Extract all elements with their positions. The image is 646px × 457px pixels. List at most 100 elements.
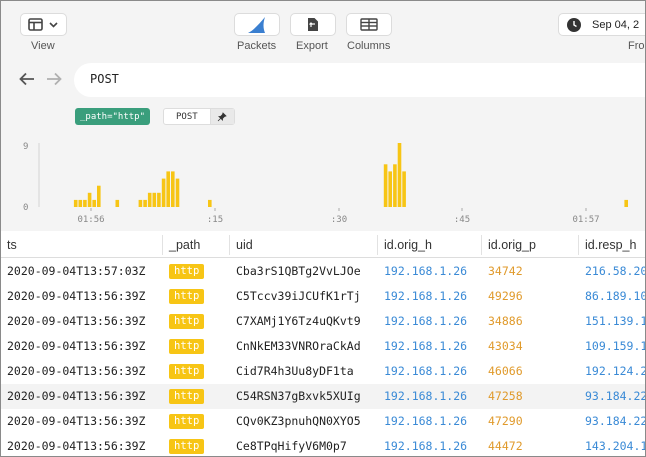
histogram-bar[interactable] (97, 185, 101, 207)
cell-uid: Cid7R4h3Uu8yDF1ta (236, 364, 354, 378)
histogram-bar[interactable] (147, 192, 152, 207)
cell-uid: Cba3rS1QBTg2VvLJOe (236, 264, 361, 278)
cell-path-badge: http (169, 289, 205, 304)
table-row[interactable]: 2020-09-04T13:56:39Z http C54RSN37gBxvk5XU… (1, 384, 646, 409)
cell-resp-h: 86.189.10 (585, 289, 646, 303)
y-tick-label-zero: 0 (23, 203, 28, 213)
view-label: View (31, 40, 55, 52)
column-header-orig-h[interactable]: id.orig_h (384, 232, 432, 258)
cell-orig-h: 192.168.1.26 (384, 439, 468, 453)
column-divider[interactable] (229, 235, 230, 255)
cell-orig-h: 192.168.1.26 (384, 314, 468, 328)
cell-resp-h: 192.124.2 (585, 364, 646, 378)
table-row[interactable]: 2020-09-04T13:56:39Z http C5Tccv39iJCUfK1r… (1, 284, 646, 309)
from-label: From (628, 40, 645, 52)
forward-arrow-icon[interactable] (45, 71, 63, 87)
histogram-bar[interactable] (175, 178, 180, 207)
histogram-bar[interactable] (383, 164, 388, 207)
histogram-bar[interactable] (208, 199, 212, 207)
filter-pill-path[interactable]: _path="http" (75, 108, 151, 125)
table-row[interactable]: 2020-09-04T13:56:39Z http CnNkEM33VNROraCk… (1, 334, 646, 359)
pin-button[interactable] (209, 109, 234, 124)
histogram-bar[interactable] (393, 164, 397, 207)
cell-orig-p: 47290 (488, 414, 523, 428)
table-row[interactable]: 2020-09-04T13:57:03Z http Cba3rS1QBTg2VvLJ… (1, 259, 645, 284)
shark-fin-icon (248, 16, 265, 33)
histogram-bar[interactable] (115, 199, 120, 207)
export-button[interactable] (290, 13, 336, 36)
y-tick-label-max: 9 (23, 142, 28, 152)
x-tick-label: 01:56 (77, 215, 104, 225)
cell-path-badge: http (169, 314, 205, 329)
histogram-svg: 9 0 01:56:15:30:45 01:57 (23, 142, 628, 225)
back-arrow-icon[interactable] (18, 71, 36, 87)
search-query-text: POST (90, 72, 119, 86)
histogram-bar[interactable] (78, 199, 83, 207)
column-header-resp-h[interactable]: id.resp_h (585, 232, 636, 258)
app-window: View Packets Export Columns Sep 04, 2 Fr… (0, 0, 646, 457)
column-divider[interactable] (578, 235, 579, 255)
column-divider[interactable] (481, 235, 482, 255)
x-tick-label: :30 (331, 215, 347, 225)
x-tick-label: :45 (454, 215, 470, 225)
histogram-chart[interactable]: 9 0 01:56:15:30:45 01:57 (1, 131, 645, 231)
histogram-bar[interactable] (87, 192, 92, 207)
table-row[interactable]: 2020-09-04T13:56:39Z http C7XAMj1Y6Tz4uQKv… (1, 309, 646, 334)
cell-path-badge: http (169, 439, 205, 454)
histogram-bar[interactable] (73, 199, 78, 207)
table-row[interactable]: 2020-09-04T13:56:39Z http Cid7R4h3Uu8yDF1t… (1, 359, 646, 384)
x-tick-label: 01:57 (572, 215, 599, 225)
histogram-bar[interactable] (143, 199, 147, 207)
table-row[interactable]: 2020-09-04T13:56:39Z http CQv0KZ3pnuhQN0XY… (1, 409, 646, 434)
histogram-bar[interactable] (388, 171, 392, 207)
histogram-bar[interactable] (624, 199, 628, 207)
cell-resp-h: 151.139.1 (585, 314, 646, 328)
search-input[interactable]: POST (74, 63, 645, 97)
cell-path-badge: http (169, 364, 205, 379)
cell-resp-h: 93.184.22 (585, 389, 646, 403)
cell-uid: Ce8TPqHifyV6M0p7 (236, 439, 347, 453)
histogram-bar[interactable] (138, 199, 143, 207)
histogram-bar[interactable] (83, 199, 87, 207)
cell-ts: 2020-09-04T13:56:39Z (7, 364, 146, 378)
time-from-value: Sep 04, 2 (592, 18, 640, 31)
table-header: ts _path uid id.orig_h id.orig_p id.resp… (1, 232, 645, 258)
cell-uid: C5Tccv39iJCUfK1rTj (236, 289, 361, 303)
histogram-bar[interactable] (166, 171, 170, 207)
pin-icon (217, 111, 227, 121)
cell-orig-p: 34886 (488, 314, 523, 328)
column-divider[interactable] (162, 235, 163, 255)
cell-orig-h: 192.168.1.26 (384, 339, 468, 353)
column-header-orig-p[interactable]: id.orig_p (488, 232, 536, 258)
columns-grid-icon (360, 18, 378, 31)
cell-orig-h: 192.168.1.26 (384, 264, 468, 278)
clock-icon (567, 17, 581, 32)
histogram-bar[interactable] (152, 192, 157, 207)
column-header-path[interactable]: _path (169, 232, 200, 258)
histogram-bar[interactable] (157, 192, 161, 207)
histogram-bar[interactable] (397, 143, 402, 207)
cell-orig-p: 43034 (488, 339, 523, 353)
column-header-uid[interactable]: uid (236, 232, 253, 258)
column-divider[interactable] (377, 235, 378, 255)
table-row[interactable]: 2020-09-04T13:56:39Z http Ce8TPqHifyV6M0p7… (1, 434, 645, 456)
cell-uid: CnNkEM33VNROraCkAd (236, 339, 361, 353)
cell-ts: 2020-09-04T13:56:39Z (7, 339, 146, 353)
time-from-picker[interactable]: Sep 04, 2 (558, 13, 645, 36)
cell-uid: CQv0KZ3pnuhQN0XYO5 (236, 414, 361, 428)
columns-label: Columns (347, 40, 391, 52)
view-button[interactable] (20, 13, 67, 36)
results-table: ts _path uid id.orig_h id.orig_p id.resp… (1, 232, 646, 456)
cell-resp-h: 109.159.1 (585, 339, 646, 353)
cell-resp-h: 93.184.22 (585, 414, 646, 428)
histogram-bar[interactable] (161, 178, 166, 207)
histogram-bar[interactable] (402, 171, 406, 207)
histogram-bar[interactable] (171, 171, 175, 207)
columns-button[interactable] (346, 13, 392, 36)
cell-ts: 2020-09-04T13:56:39Z (7, 389, 146, 403)
query-pill-text: POST (176, 111, 198, 122)
histogram-bar[interactable] (92, 199, 96, 207)
packets-button[interactable] (234, 13, 280, 36)
column-header-ts[interactable]: ts (7, 232, 17, 258)
query-pill[interactable]: POST (163, 108, 235, 125)
